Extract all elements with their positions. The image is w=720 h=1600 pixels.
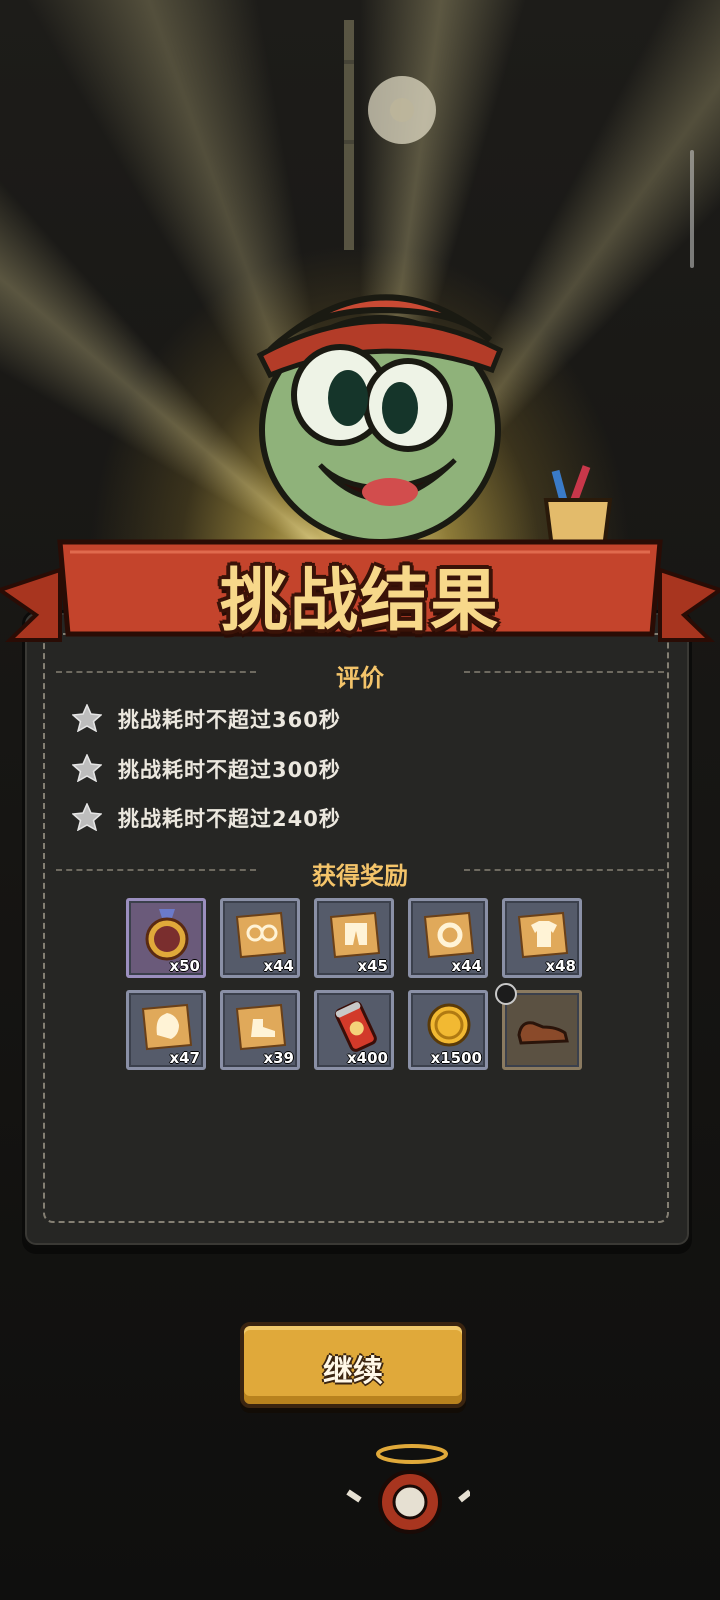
evaluation-label: 评价 — [336, 664, 384, 692]
reward-item-blueprint[interactable]: x45 — [314, 898, 394, 978]
reward-qty: x39 — [263, 1049, 294, 1067]
reward-item-exp[interactable]: x50 — [126, 898, 206, 978]
reward-item-soda[interactable]: x400 — [314, 990, 394, 1070]
continue-button[interactable]: 继续 — [240, 1322, 466, 1408]
reward-item-shoe[interactable] — [495, 983, 582, 1070]
reward-qty: x400 — [347, 1049, 388, 1067]
scrollbar[interactable] — [690, 150, 694, 268]
evaluation-header: 评价 — [56, 658, 664, 692]
blueprint-pants-icon — [329, 911, 381, 959]
requirement-text: 挑战耗时不超过240秒 — [118, 807, 341, 831]
reward-qty: x1500 — [430, 1049, 482, 1067]
reward-qty: x50 — [169, 957, 200, 975]
reward-item-coin[interactable]: x1500 — [408, 990, 488, 1070]
reward-item-blueprint[interactable]: x44 — [220, 898, 300, 978]
reward-item-blueprint[interactable]: x48 — [502, 898, 582, 978]
blueprint-ring-icon — [423, 911, 475, 959]
blueprint-shoe-icon — [235, 1003, 287, 1051]
soda-can-icon — [334, 1001, 377, 1052]
continue-label: 继续 — [323, 1354, 383, 1389]
blueprint-shirt-icon — [517, 911, 569, 959]
reward-qty: x47 — [169, 1049, 200, 1067]
requirement-item: 挑战耗时不超过240秒 — [72, 801, 492, 833]
requirement-item: 挑战耗时不超过300秒 — [72, 752, 492, 784]
reward-item-blueprint[interactable]: x44 — [408, 898, 488, 978]
blueprint-glasses-icon — [235, 911, 287, 959]
star-icon — [72, 754, 102, 782]
blueprint-glove-icon — [141, 1003, 193, 1051]
reward-item-blueprint[interactable]: x39 — [220, 990, 300, 1070]
reward-item-blueprint[interactable]: x47 — [126, 990, 206, 1070]
star-icon — [72, 803, 102, 831]
star-icon — [72, 704, 102, 732]
gold-coin-icon — [427, 1003, 471, 1047]
requirement-text: 挑战耗时不超过360秒 — [118, 708, 341, 732]
reward-qty: x44 — [451, 957, 482, 975]
header-divider-right — [464, 869, 664, 871]
decor-flower — [368, 76, 436, 144]
requirement-item: 挑战耗时不超过360秒 — [72, 702, 492, 734]
reward-qty: x48 — [545, 957, 576, 975]
requirement-text: 挑战耗时不超过300秒 — [118, 758, 341, 782]
page-title: 挑战结果 — [219, 562, 500, 641]
reward-qty: x45 — [357, 957, 388, 975]
turtle-mascot — [256, 294, 504, 545]
brown-shoe-icon — [517, 1021, 569, 1045]
rewards-header: 获得奖励 — [56, 856, 664, 890]
reward-qty: x44 — [263, 957, 294, 975]
header-divider-right — [464, 671, 664, 673]
exp-medal-icon — [145, 909, 189, 961]
bottom-character — [346, 1444, 470, 1534]
rewards-label: 获得奖励 — [312, 862, 408, 890]
